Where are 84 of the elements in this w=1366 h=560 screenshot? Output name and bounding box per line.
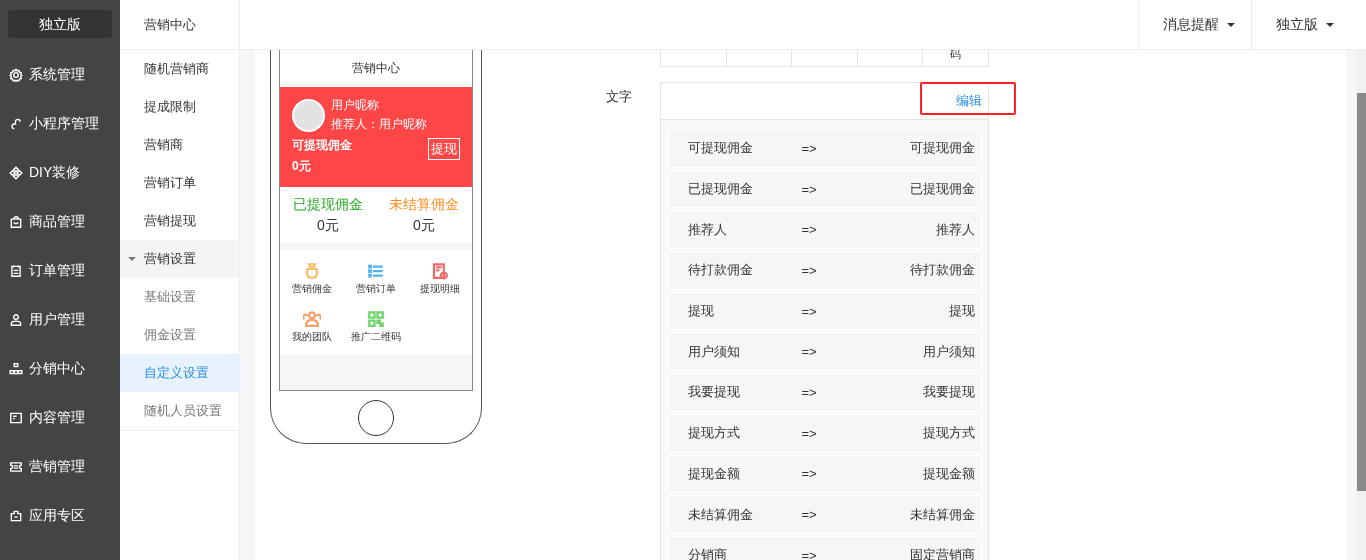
withdrawable-label: 可提现佣金	[292, 137, 352, 154]
nav-menu-item[interactable]: 商品管理	[0, 197, 120, 246]
menu-icon	[9, 459, 23, 474]
submenu-item[interactable]: 基础设置	[120, 278, 239, 316]
menu-icon	[9, 361, 23, 376]
arrow-text: =>	[801, 425, 818, 441]
phone-page-title: 营销中心	[280, 50, 472, 87]
submenu-group[interactable]: 营销设置	[120, 240, 239, 278]
custom-text: 可提现佣金	[909, 139, 975, 158]
custom-text: 用户须知	[922, 342, 975, 361]
submenu-item[interactable]: 营销订单	[120, 164, 239, 202]
topbar-dropdown[interactable]: 独立版	[1251, 0, 1350, 49]
brand-label[interactable]: 独立版	[8, 10, 112, 38]
referrer-text: 推荐人：用户昵称	[331, 116, 427, 133]
menu-icon	[9, 214, 23, 229]
submenu-item[interactable]: 营销商	[120, 126, 239, 164]
submenu-item[interactable]: 提成限制	[120, 88, 239, 126]
avatar-circle	[292, 98, 325, 132]
topbar-dropdown[interactable]: 消息提醒	[1138, 0, 1251, 49]
custom-text: 提现方式	[922, 424, 975, 443]
nav-menu-item[interactable]: 分销中心	[0, 344, 120, 393]
submenu-item[interactable]: 随机人员设置	[120, 392, 239, 431]
original-text: 我要提现	[688, 383, 741, 402]
nav-menu-item[interactable]: 用户管理	[0, 295, 120, 344]
nav-menu-item[interactable]: 小程序管理	[0, 99, 120, 148]
menu-icon	[9, 312, 23, 327]
arrow-text: =>	[801, 303, 818, 319]
nav-menu-item[interactable]: 系统管理	[0, 50, 120, 99]
stat-label: 未结算佣金	[389, 195, 459, 214]
submenu-item[interactable]: 随机营销商	[120, 50, 239, 88]
original-text: 提现	[688, 302, 715, 321]
submenu-title: 营销中心	[120, 0, 239, 50]
arrow-text: =>	[801, 547, 818, 560]
original-text: 用户须知	[688, 342, 741, 361]
stat-value: 0元	[413, 216, 435, 235]
custom-text: 已提现佣金	[909, 180, 975, 199]
phone-menu-item[interactable]: 推广二维码	[344, 310, 408, 344]
menu-icon	[9, 67, 23, 82]
arrow-text: =>	[801, 344, 818, 360]
arrow-text: =>	[801, 507, 818, 523]
menu-icon	[9, 508, 23, 523]
menu-icon	[9, 410, 23, 425]
submenu-item[interactable]: 佣金设置	[120, 316, 239, 354]
custom-text: 待打款佣金	[909, 261, 975, 280]
phone-menu-item[interactable]: 营销佣金	[280, 262, 344, 296]
custom-text: 我要提现	[922, 383, 975, 402]
nav-menu-item[interactable]: 应用专区	[0, 491, 120, 540]
arrow-text: =>	[801, 466, 818, 482]
menu-icon	[9, 165, 23, 180]
original-text: 已提现佣金	[688, 180, 754, 199]
nickname: 用户昵称	[331, 97, 380, 114]
original-text: 未结算佣金	[688, 505, 754, 524]
arrow-text: =>	[801, 181, 818, 197]
stat-value: 0元	[317, 216, 339, 235]
submenu-item[interactable]: 营销提现	[120, 202, 239, 240]
withdrawable-amount: 0元	[292, 158, 312, 175]
nav-menu-item[interactable]: 内容管理	[0, 393, 120, 442]
field-label: 文字	[605, 88, 633, 106]
menu-icon	[9, 263, 23, 278]
stat-label: 已提现佣金	[293, 195, 363, 214]
original-text: 待打款佣金	[688, 261, 754, 280]
custom-text: 提现金额	[922, 464, 975, 483]
phone-menu-item[interactable]: 提现明细	[408, 262, 472, 296]
phone-menu-item[interactable]: 我的团队	[280, 310, 344, 344]
custom-text: 未结算佣金	[909, 505, 975, 524]
nav-menu-item[interactable]: 订单管理	[0, 246, 120, 295]
arrow-text: =>	[801, 384, 818, 400]
original-text: 提现方式	[688, 424, 741, 443]
custom-text: 推荐人	[935, 220, 975, 239]
menu-icon	[9, 116, 23, 131]
edit-link[interactable]: 编辑	[956, 92, 982, 110]
original-text: 推荐人	[688, 220, 728, 239]
nav-menu-item[interactable]: DIY装修	[0, 148, 120, 197]
scrollbar[interactable]	[1356, 50, 1366, 560]
phone-menu-item[interactable]: 营销订单	[344, 262, 408, 296]
original-text: 提现金额	[688, 464, 741, 483]
nav-menu-item[interactable]: 营销管理	[0, 442, 120, 491]
table-cell-text: 码	[949, 50, 963, 62]
arrow-text: =>	[801, 262, 818, 278]
arrow-text: =>	[801, 140, 818, 156]
original-text: 可提现佣金	[688, 139, 754, 158]
custom-text: 提现	[948, 302, 975, 321]
original-text: 分销商	[688, 546, 728, 560]
arrow-text: =>	[801, 222, 818, 238]
